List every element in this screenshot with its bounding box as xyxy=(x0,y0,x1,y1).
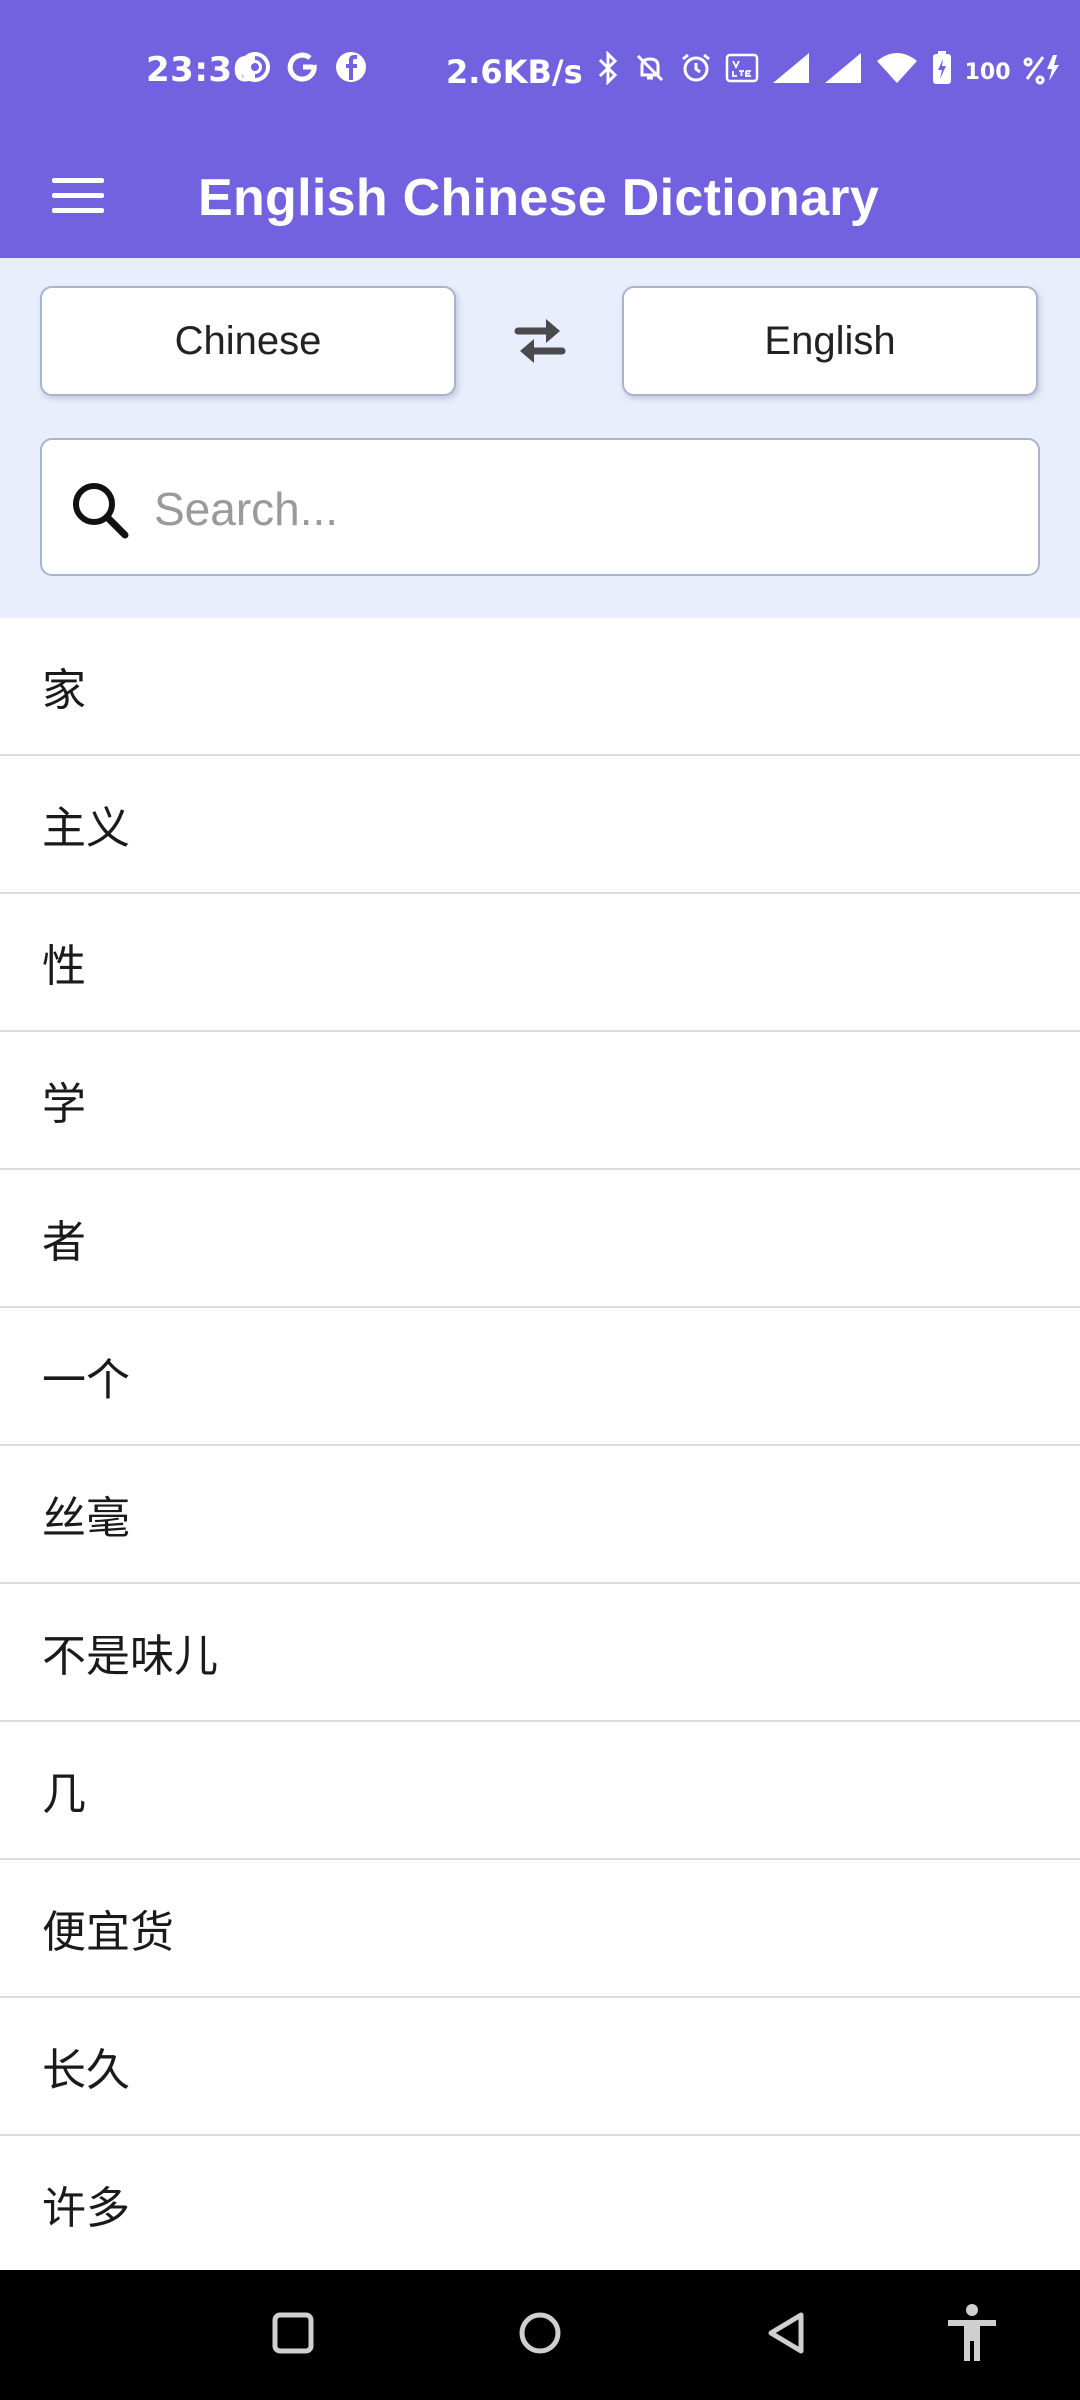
list-item[interactable]: 学 xyxy=(0,1032,1080,1170)
google-icon xyxy=(286,50,320,88)
recents-icon xyxy=(271,2311,315,2359)
net-speed: 2.6KB/s xyxy=(446,53,583,91)
signal-icon xyxy=(771,51,811,93)
battery-charging-icon xyxy=(931,50,953,94)
system-status: 2.6KB/s 100 xyxy=(446,50,1063,94)
back-icon xyxy=(763,2310,809,2360)
list-item[interactable]: 几 xyxy=(0,1722,1080,1860)
target-language-button[interactable]: English xyxy=(622,286,1038,396)
target-language-label: English xyxy=(764,318,896,363)
list-item[interactable]: 性 xyxy=(0,894,1080,1032)
list-item[interactable]: 者 xyxy=(0,1170,1080,1308)
app-bar: English Chinese Dictionary xyxy=(0,138,1080,258)
search-icon xyxy=(68,478,132,542)
search-input[interactable] xyxy=(152,460,1012,558)
pocket-casts-icon xyxy=(238,50,272,88)
list-item[interactable]: 一个 xyxy=(0,1308,1080,1446)
list-item[interactable]: 家 xyxy=(0,618,1080,756)
bluetooth-icon xyxy=(595,50,621,93)
controls-panel: Chinese English xyxy=(0,258,1080,618)
list-item[interactable]: 便宜货 xyxy=(0,1860,1080,1998)
recents-button[interactable] xyxy=(253,2295,333,2375)
list-item[interactable]: 长久 xyxy=(0,1998,1080,2136)
alarm-icon xyxy=(679,51,713,93)
notification-icons xyxy=(238,50,368,88)
mute-icon xyxy=(633,51,667,93)
battery-level: 100 xyxy=(964,59,1011,85)
source-language-label: Chinese xyxy=(174,318,322,363)
home-button[interactable] xyxy=(500,2295,580,2375)
search-box[interactable] xyxy=(40,438,1040,576)
back-button[interactable] xyxy=(746,2295,826,2375)
source-language-button[interactable]: Chinese xyxy=(40,286,456,396)
speed-icon xyxy=(1023,51,1063,93)
navigation-bar xyxy=(0,2270,1080,2400)
page-title: English Chinese Dictionary xyxy=(198,169,880,227)
list-item[interactable]: 丝毫 xyxy=(0,1446,1080,1584)
wifi-icon xyxy=(875,51,919,93)
word-list: 家 主义 性 学 者 一个 丝毫 不是味儿 几 便宜货 长久 许多 xyxy=(0,618,1080,2270)
accessibility-icon xyxy=(944,2303,1000,2367)
swap-languages-button[interactable] xyxy=(500,308,580,378)
menu-button[interactable] xyxy=(40,160,116,236)
list-item[interactable]: 主义 xyxy=(0,756,1080,894)
facebook-icon xyxy=(334,50,368,88)
home-icon xyxy=(517,2310,563,2360)
volte-icon xyxy=(725,51,759,93)
hamburger-menu-icon xyxy=(50,176,106,220)
list-item[interactable]: 许多 xyxy=(0,2136,1080,2270)
status-bar: 23:36 2.6KB/s 100 xyxy=(0,0,1080,138)
accessibility-button[interactable] xyxy=(932,2295,1012,2375)
list-item[interactable]: 不是味儿 xyxy=(0,1584,1080,1722)
swap-arrows-icon xyxy=(512,315,568,371)
signal-icon xyxy=(823,51,863,93)
